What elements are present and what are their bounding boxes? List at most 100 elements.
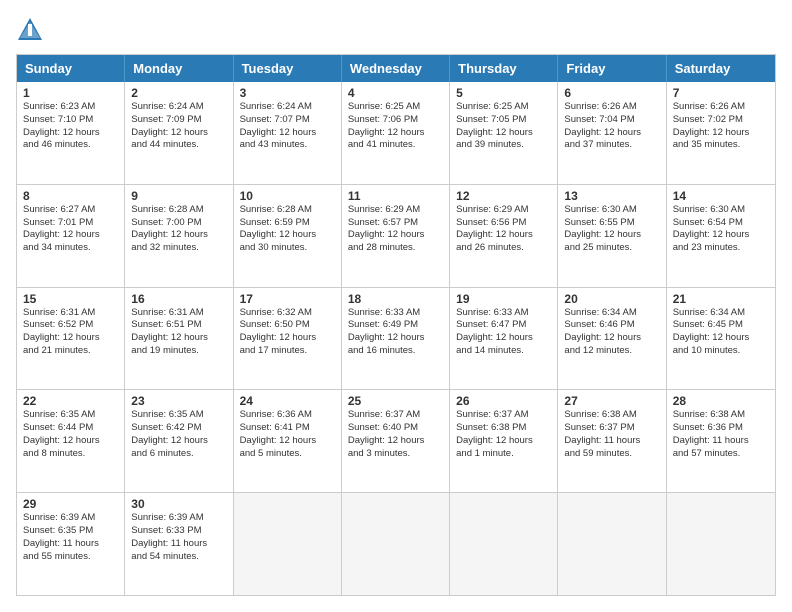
cell-info-line: Daylight: 12 hours xyxy=(564,229,659,242)
day-number: 21 xyxy=(673,292,769,306)
day-number: 20 xyxy=(564,292,659,306)
cell-info-line: and 19 minutes. xyxy=(131,345,226,358)
day-number: 9 xyxy=(131,189,226,203)
cell-info-line: Daylight: 12 hours xyxy=(348,435,443,448)
calendar-day-20: 20Sunrise: 6:34 AMSunset: 6:46 PMDayligh… xyxy=(558,288,666,390)
day-number: 23 xyxy=(131,394,226,408)
cell-info-line: Sunrise: 6:39 AM xyxy=(23,512,118,525)
cell-info-line: Sunrise: 6:24 AM xyxy=(240,101,335,114)
calendar-day-27: 27Sunrise: 6:38 AMSunset: 6:37 PMDayligh… xyxy=(558,390,666,492)
cell-info-line: Sunset: 6:52 PM xyxy=(23,319,118,332)
cell-info-line: Sunset: 6:41 PM xyxy=(240,422,335,435)
cell-info-line: Sunset: 6:45 PM xyxy=(673,319,769,332)
cell-info-line: Sunrise: 6:26 AM xyxy=(564,101,659,114)
cell-info-line: and 21 minutes. xyxy=(23,345,118,358)
day-number: 27 xyxy=(564,394,659,408)
calendar-day-8: 8Sunrise: 6:27 AMSunset: 7:01 PMDaylight… xyxy=(17,185,125,287)
cell-info-line: Sunset: 7:01 PM xyxy=(23,217,118,230)
calendar-row-3: 15Sunrise: 6:31 AMSunset: 6:52 PMDayligh… xyxy=(17,287,775,390)
cell-info-line: and 43 minutes. xyxy=(240,139,335,152)
day-number: 26 xyxy=(456,394,551,408)
calendar-day-11: 11Sunrise: 6:29 AMSunset: 6:57 PMDayligh… xyxy=(342,185,450,287)
cell-info-line: and 14 minutes. xyxy=(456,345,551,358)
calendar: SundayMondayTuesdayWednesdayThursdayFrid… xyxy=(16,54,776,596)
calendar-empty-cell xyxy=(234,493,342,595)
calendar-row-5: 29Sunrise: 6:39 AMSunset: 6:35 PMDayligh… xyxy=(17,492,775,595)
cell-info-line: Sunrise: 6:35 AM xyxy=(131,409,226,422)
day-number: 1 xyxy=(23,86,118,100)
cell-info-line: Daylight: 12 hours xyxy=(673,127,769,140)
cell-info-line: and 57 minutes. xyxy=(673,448,769,461)
cell-info-line: Daylight: 12 hours xyxy=(240,435,335,448)
cell-info-line: Sunset: 6:33 PM xyxy=(131,525,226,538)
cell-info-line: and 23 minutes. xyxy=(673,242,769,255)
cell-info-line: Sunrise: 6:34 AM xyxy=(564,307,659,320)
calendar-day-18: 18Sunrise: 6:33 AMSunset: 6:49 PMDayligh… xyxy=(342,288,450,390)
calendar-row-1: 1Sunrise: 6:23 AMSunset: 7:10 PMDaylight… xyxy=(17,82,775,184)
day-number: 13 xyxy=(564,189,659,203)
cell-info-line: and 30 minutes. xyxy=(240,242,335,255)
cell-info-line: Sunrise: 6:34 AM xyxy=(673,307,769,320)
cell-info-line: and 44 minutes. xyxy=(131,139,226,152)
calendar-day-25: 25Sunrise: 6:37 AMSunset: 6:40 PMDayligh… xyxy=(342,390,450,492)
cell-info-line: Daylight: 12 hours xyxy=(348,127,443,140)
cell-info-line: and 46 minutes. xyxy=(23,139,118,152)
cell-info-line: Sunset: 7:10 PM xyxy=(23,114,118,127)
day-number: 8 xyxy=(23,189,118,203)
cell-info-line: Sunrise: 6:28 AM xyxy=(131,204,226,217)
cell-info-line: Sunrise: 6:38 AM xyxy=(673,409,769,422)
cell-info-line: Sunrise: 6:28 AM xyxy=(240,204,335,217)
calendar-day-29: 29Sunrise: 6:39 AMSunset: 6:35 PMDayligh… xyxy=(17,493,125,595)
day-number: 10 xyxy=(240,189,335,203)
cell-info-line: Daylight: 12 hours xyxy=(131,435,226,448)
day-number: 4 xyxy=(348,86,443,100)
cell-info-line: Sunrise: 6:29 AM xyxy=(348,204,443,217)
cell-info-line: Sunrise: 6:31 AM xyxy=(23,307,118,320)
cell-info-line: Daylight: 11 hours xyxy=(564,435,659,448)
cell-info-line: Daylight: 12 hours xyxy=(23,435,118,448)
cell-info-line: Daylight: 12 hours xyxy=(240,229,335,242)
calendar-empty-cell xyxy=(667,493,775,595)
day-number: 15 xyxy=(23,292,118,306)
day-header-wednesday: Wednesday xyxy=(342,55,450,82)
calendar-day-2: 2Sunrise: 6:24 AMSunset: 7:09 PMDaylight… xyxy=(125,82,233,184)
calendar-day-22: 22Sunrise: 6:35 AMSunset: 6:44 PMDayligh… xyxy=(17,390,125,492)
cell-info-line: Sunrise: 6:24 AM xyxy=(131,101,226,114)
day-number: 29 xyxy=(23,497,118,511)
calendar-day-9: 9Sunrise: 6:28 AMSunset: 7:00 PMDaylight… xyxy=(125,185,233,287)
calendar-day-1: 1Sunrise: 6:23 AMSunset: 7:10 PMDaylight… xyxy=(17,82,125,184)
cell-info-line: Sunrise: 6:38 AM xyxy=(564,409,659,422)
calendar-day-14: 14Sunrise: 6:30 AMSunset: 6:54 PMDayligh… xyxy=(667,185,775,287)
cell-info-line: Sunrise: 6:39 AM xyxy=(131,512,226,525)
day-header-thursday: Thursday xyxy=(450,55,558,82)
cell-info-line: and 28 minutes. xyxy=(348,242,443,255)
cell-info-line: and 32 minutes. xyxy=(131,242,226,255)
cell-info-line: Sunset: 6:49 PM xyxy=(348,319,443,332)
cell-info-line: Daylight: 12 hours xyxy=(564,127,659,140)
day-number: 17 xyxy=(240,292,335,306)
day-number: 5 xyxy=(456,86,551,100)
cell-info-line: and 37 minutes. xyxy=(564,139,659,152)
cell-info-line: Daylight: 12 hours xyxy=(131,127,226,140)
cell-info-line: and 17 minutes. xyxy=(240,345,335,358)
cell-info-line: and 35 minutes. xyxy=(673,139,769,152)
cell-info-line: Sunset: 6:36 PM xyxy=(673,422,769,435)
cell-info-line: Daylight: 11 hours xyxy=(131,538,226,551)
day-number: 2 xyxy=(131,86,226,100)
calendar-day-23: 23Sunrise: 6:35 AMSunset: 6:42 PMDayligh… xyxy=(125,390,233,492)
cell-info-line: Sunrise: 6:26 AM xyxy=(673,101,769,114)
logo-icon xyxy=(16,16,44,44)
cell-info-line: Daylight: 11 hours xyxy=(23,538,118,551)
cell-info-line: and 54 minutes. xyxy=(131,551,226,564)
cell-info-line: Sunset: 6:55 PM xyxy=(564,217,659,230)
calendar-day-5: 5Sunrise: 6:25 AMSunset: 7:05 PMDaylight… xyxy=(450,82,558,184)
day-header-sunday: Sunday xyxy=(17,55,125,82)
cell-info-line: Sunset: 7:07 PM xyxy=(240,114,335,127)
calendar-day-12: 12Sunrise: 6:29 AMSunset: 6:56 PMDayligh… xyxy=(450,185,558,287)
cell-info-line: Daylight: 12 hours xyxy=(456,435,551,448)
day-number: 19 xyxy=(456,292,551,306)
cell-info-line: Sunrise: 6:25 AM xyxy=(348,101,443,114)
calendar-day-19: 19Sunrise: 6:33 AMSunset: 6:47 PMDayligh… xyxy=(450,288,558,390)
calendar-day-16: 16Sunrise: 6:31 AMSunset: 6:51 PMDayligh… xyxy=(125,288,233,390)
cell-info-line: and 25 minutes. xyxy=(564,242,659,255)
